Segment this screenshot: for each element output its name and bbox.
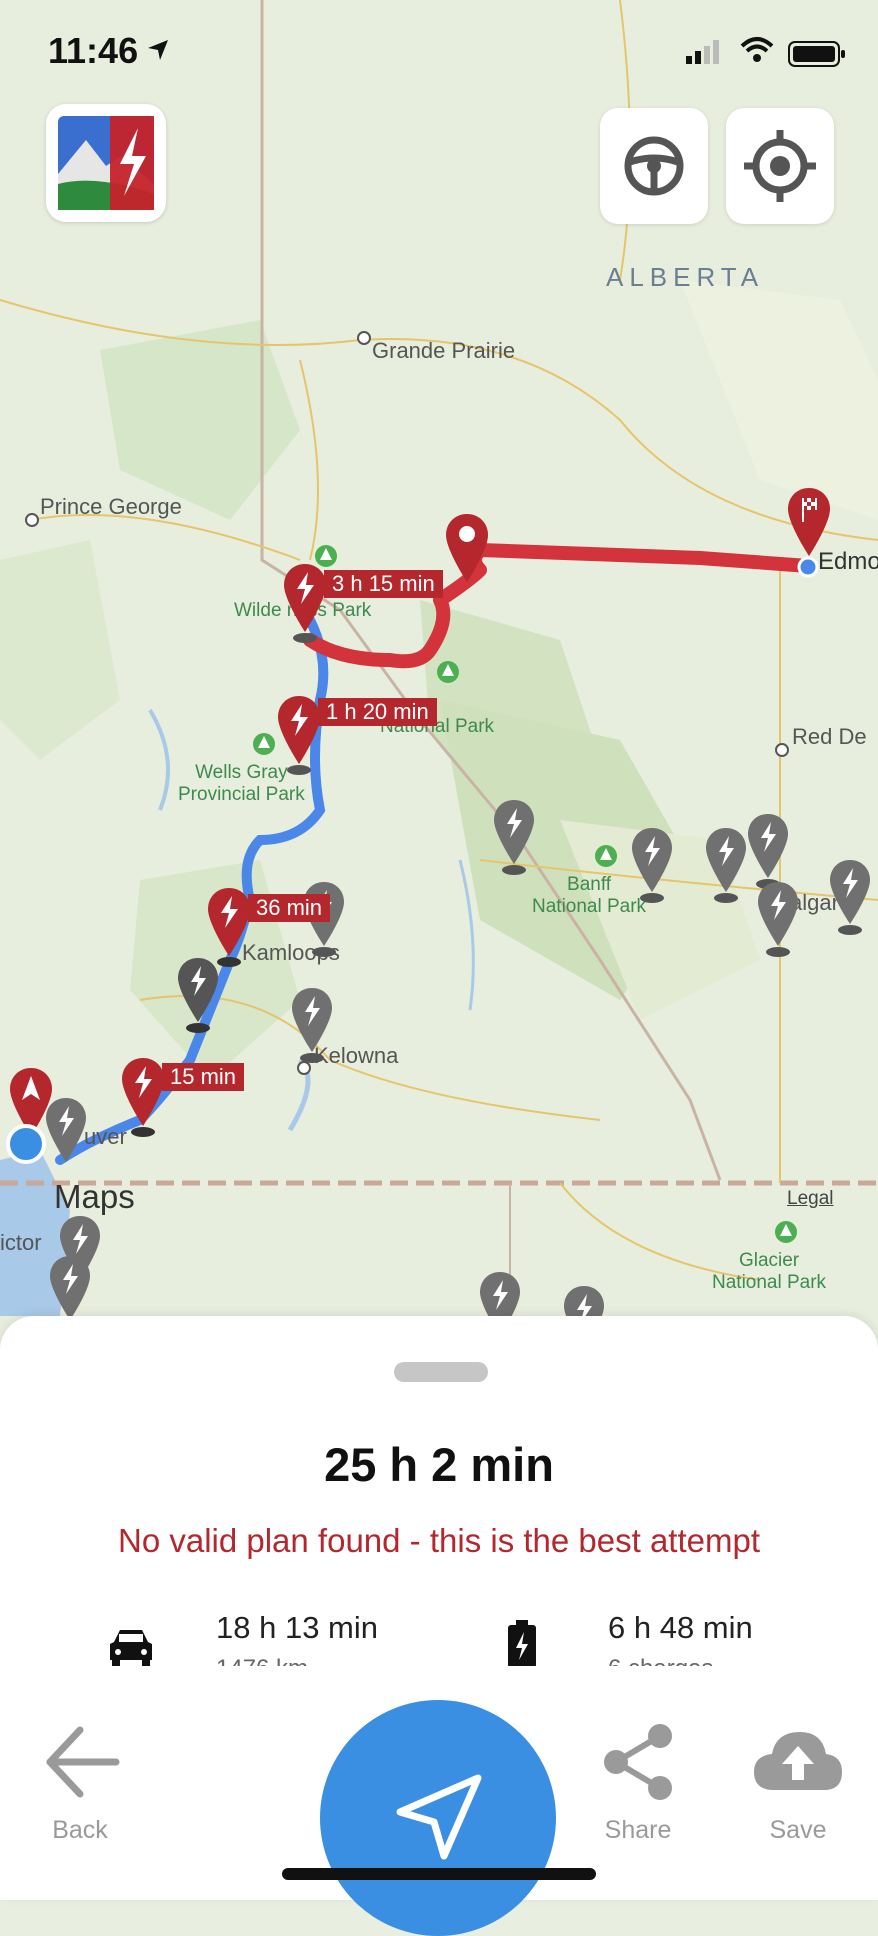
charger-pin-icon[interactable] (630, 826, 674, 906)
charger-pin-icon[interactable] (756, 880, 800, 960)
destination-flag-pin-icon[interactable] (784, 486, 834, 570)
back-label: Back (52, 1816, 108, 1844)
battery-icon (788, 41, 845, 67)
battery-charge-icon (508, 1620, 536, 1668)
wifi-icon (740, 37, 774, 62)
region-label: ALBERTA (606, 262, 765, 292)
cell-signal-icon (686, 40, 719, 64)
segment-time-tag: 1 h 20 min (318, 698, 437, 726)
total-trip-time: 25 h 2 min (324, 1438, 554, 1491)
app-logo-button[interactable] (46, 104, 166, 222)
navigation-arrow-icon (396, 1774, 482, 1860)
start-navigation-button[interactable] (320, 1700, 556, 1936)
park-tree-icon (595, 845, 617, 867)
drive-time: 18 h 13 min (216, 1610, 378, 1645)
steering-wheel-button[interactable] (600, 108, 708, 224)
park-tree-icon (437, 661, 459, 683)
charge-stop-pin-icon[interactable] (282, 562, 328, 646)
home-indicator (282, 1868, 596, 1880)
legal-link[interactable]: Legal (787, 1188, 834, 1210)
charge-stop-pin-icon[interactable] (120, 1056, 166, 1140)
share-label: Share (604, 1816, 672, 1844)
steering-wheel-icon (624, 136, 684, 196)
save-label: Save (769, 1816, 827, 1844)
segment-time-tag: 3 h 15 min (324, 570, 443, 598)
city-label-red-deer: Red De (792, 724, 867, 749)
park-label-glacier: Glacier National Park (712, 1250, 827, 1293)
app-logo-icon (58, 116, 154, 210)
waypoint-pin-icon[interactable] (444, 512, 490, 592)
back-arrow-icon (46, 1726, 120, 1798)
location-arrow-icon (148, 40, 168, 60)
charger-pin-icon[interactable] (492, 798, 536, 878)
car-icon (110, 1630, 152, 1666)
city-label-prince-george: Prince George (40, 494, 182, 519)
park-tree-icon (253, 733, 275, 755)
segment-time-tag: 15 min (162, 1063, 245, 1091)
charger-pin-icon[interactable] (704, 826, 748, 906)
locate-me-button[interactable] (726, 108, 834, 224)
back-button[interactable]: Back (20, 1716, 140, 1866)
segment-time-tag: 36 min (248, 894, 331, 922)
cloud-upload-icon (754, 1732, 842, 1790)
city-label-victoria: ictor (0, 1230, 42, 1255)
maps-brand-label: Maps (54, 1178, 135, 1215)
status-time: 11:46 (48, 30, 139, 71)
city-label-grande-prairie: Grande Prairie (372, 338, 516, 363)
save-button[interactable]: Save (738, 1716, 858, 1866)
share-icon (604, 1724, 672, 1800)
charge-stop-pin-icon[interactable] (276, 694, 322, 778)
charge-stop-pin-icon[interactable] (206, 886, 252, 970)
charger-pin-icon[interactable] (290, 986, 334, 1066)
sheet-drag-handle[interactable] (394, 1362, 488, 1382)
charge-count: 6 charges (608, 1652, 713, 1666)
charger-pin-icon[interactable] (828, 858, 872, 938)
park-tree-icon (775, 1221, 797, 1243)
plan-warning-message: No valid plan found - this is the best a… (117, 1522, 761, 1559)
charge-time: 6 h 48 min (608, 1610, 753, 1645)
status-bar: 11:46 (0, 0, 878, 110)
share-button[interactable]: Share (578, 1716, 698, 1866)
park-label-banff: Banff National Park (532, 874, 647, 917)
drive-distance: 1476 km (216, 1652, 308, 1666)
current-location-dot-icon (6, 1124, 46, 1164)
crosshair-icon (744, 130, 816, 202)
